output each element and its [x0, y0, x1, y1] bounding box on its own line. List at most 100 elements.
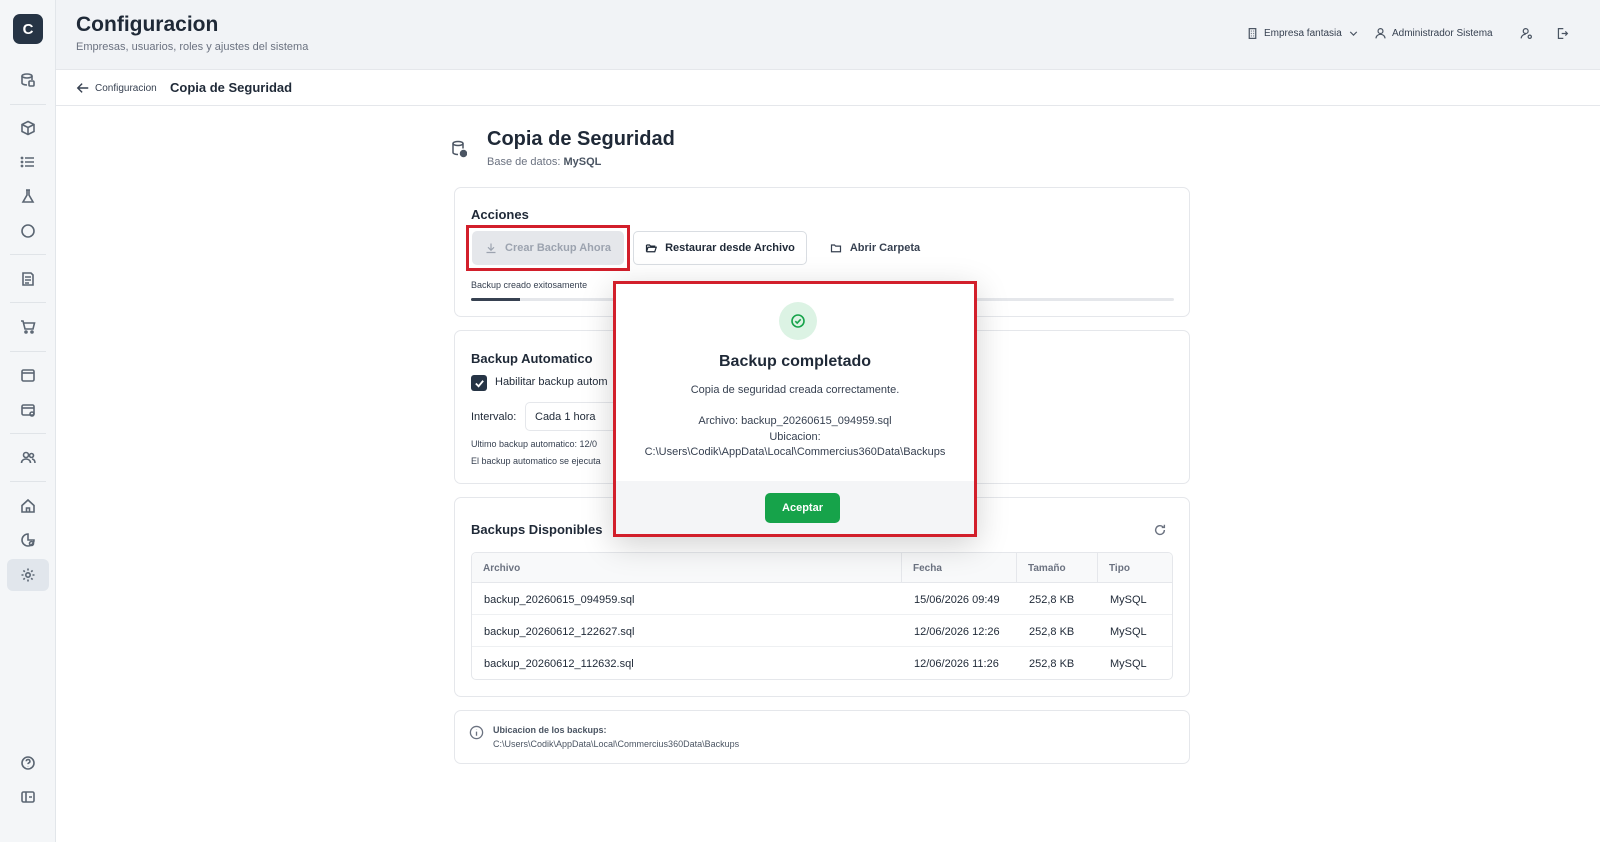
column-header[interactable]: Archivo	[472, 553, 902, 582]
users-icon	[20, 451, 36, 464]
dialog-footer: Aceptar	[616, 481, 974, 534]
gear-icon	[21, 568, 35, 582]
panel-toggle-icon	[21, 791, 35, 803]
chart-search-icon	[21, 533, 35, 547]
user-settings-button[interactable]	[1520, 24, 1533, 42]
database-backup-icon	[452, 140, 467, 158]
folder-icon	[830, 244, 841, 253]
info-icon	[469, 725, 484, 740]
user-icon	[1375, 27, 1386, 38]
building-icon	[1248, 27, 1257, 39]
actions-title: Acciones	[471, 207, 529, 222]
header-subtitle: Empresas, usuarios, roles y ajustes del …	[76, 41, 309, 53]
cell-date: 12/06/2026 12:26	[914, 626, 1000, 638]
dialog-file: Archivo: backup_20260615_094959.sql	[698, 415, 892, 427]
progress-status: Backup creado exitosamente	[471, 280, 588, 290]
refresh-button[interactable]	[1153, 523, 1167, 537]
auto-backup-checkbox[interactable]	[471, 375, 487, 391]
sidebar: C	[0, 0, 56, 842]
success-icon	[779, 302, 817, 340]
cell-size: 252,8 KB	[1029, 658, 1075, 670]
sidebar-item-cashbox[interactable]	[7, 394, 49, 426]
column-header[interactable]: Tamaño	[1017, 553, 1098, 582]
top-header: Configuracion Empresas, usuarios, roles …	[56, 0, 1600, 69]
dialog-location: Ubicacion: C:\Users\Codik\AppData\Local\…	[644, 431, 946, 458]
location-path: C:\Users\Codik\AppData\Local\Commercius3…	[493, 739, 740, 749]
user-gear-icon	[1520, 27, 1532, 39]
logout-icon	[1557, 27, 1569, 39]
database-type: MySQL	[563, 156, 602, 168]
cell-file: backup_20260612_122627.sql	[484, 626, 635, 638]
chevron-down-icon	[1349, 30, 1358, 36]
folder-open-icon	[645, 244, 658, 253]
highlight-box	[466, 225, 630, 271]
cashbox-icon	[21, 404, 35, 417]
sidebar-item-lab[interactable]	[7, 180, 49, 212]
sidebar-item-collapse[interactable]	[7, 781, 49, 813]
sidebar-item-lists[interactable]	[7, 146, 49, 178]
cell-size: 252,8 KB	[1029, 626, 1075, 638]
cell-type: MySQL	[1110, 658, 1147, 670]
box-icon	[21, 120, 35, 136]
sidebar-item-settings[interactable]	[7, 559, 49, 591]
company-selector[interactable]: Empresa fantasia	[1246, 24, 1360, 42]
last-backup-info: Ultimo backup automatico: 12/0	[471, 439, 598, 449]
header-title: Configuracion	[76, 13, 219, 36]
dialog-title: Backup completado	[718, 353, 872, 370]
cell-date: 15/06/2026 09:49	[914, 594, 1000, 606]
sidebar-item-circle[interactable]	[7, 215, 49, 247]
cell-size: 252,8 KB	[1029, 594, 1075, 606]
auto-backup-enable-label: Habilitar backup autom	[495, 376, 608, 388]
document-icon	[22, 272, 34, 286]
sidebar-item-dashboard[interactable]	[7, 64, 49, 96]
location-card: Ubicacion de los backups: C:\Users\Codik…	[454, 710, 1190, 764]
progress-fill	[471, 298, 521, 301]
sidebar-item-documents[interactable]	[7, 263, 49, 295]
auto-backup-title: Backup Automatico	[471, 351, 593, 366]
page-title: Copia de Seguridad	[487, 128, 675, 150]
backup-success-dialog: Backup completado Copia de seguridad cre…	[613, 281, 977, 537]
open-folder-button[interactable]: Abrir Carpeta	[823, 231, 927, 265]
table-row[interactable]: backup_20260612_112632.sql 12/06/2026 11…	[472, 647, 1172, 679]
circle-icon	[21, 224, 35, 238]
sidebar-item-users[interactable]	[7, 442, 49, 474]
sidebar-item-calendar[interactable]	[7, 359, 49, 391]
refresh-icon	[1154, 524, 1166, 536]
accept-button[interactable]: Aceptar	[765, 493, 840, 523]
breadcrumb-back-link[interactable]: Configuracion	[76, 81, 157, 95]
database-info: Base de datos: MySQL	[487, 156, 602, 168]
backups-title: Backups Disponibles	[471, 522, 603, 537]
arrow-left-icon	[76, 83, 89, 93]
sidebar-item-reports[interactable]	[7, 524, 49, 556]
cell-file: backup_20260615_094959.sql	[484, 594, 635, 606]
table-header: Archivo Fecha Tamaño Tipo	[472, 553, 1172, 583]
cell-date: 12/06/2026 11:26	[914, 658, 999, 670]
check-icon	[474, 379, 484, 388]
sidebar-item-cart[interactable]	[7, 311, 49, 343]
logout-button[interactable]	[1556, 24, 1569, 42]
column-header[interactable]: Tipo	[1098, 553, 1172, 582]
restore-button[interactable]: Restaurar desde Archivo	[633, 231, 807, 265]
table-row[interactable]: backup_20260612_122627.sql 12/06/2026 12…	[472, 615, 1172, 647]
breadcrumb-parent: Configuracion	[95, 82, 157, 94]
list-icon	[20, 156, 34, 168]
sidebar-item-products[interactable]	[7, 112, 49, 144]
column-header[interactable]: Fecha	[902, 553, 1017, 582]
cell-type: MySQL	[1110, 626, 1147, 638]
home-icon	[21, 498, 35, 513]
sidebar-item-home[interactable]	[7, 490, 49, 522]
user-menu[interactable]: Administrador Sistema	[1374, 24, 1493, 42]
location-title: Ubicacion de los backups:	[493, 725, 607, 735]
company-name: Empresa fantasia	[1264, 27, 1342, 39]
window-icon	[21, 369, 35, 382]
backups-table: Archivo Fecha Tamaño Tipo backup_2026061…	[471, 552, 1173, 680]
database-icon	[21, 73, 35, 87]
breadcrumb-current: Copia de Seguridad	[170, 80, 293, 95]
user-name: Administrador Sistema	[1392, 27, 1493, 39]
sidebar-item-help[interactable]	[7, 747, 49, 779]
auto-backup-note: El backup automatico se ejecuta	[471, 456, 601, 466]
breadcrumb: Configuracion Copia de Seguridad	[56, 69, 1600, 106]
app-logo[interactable]: C	[13, 14, 43, 44]
cell-type: MySQL	[1110, 594, 1147, 606]
table-row[interactable]: backup_20260615_094959.sql 15/06/2026 09…	[472, 583, 1172, 615]
